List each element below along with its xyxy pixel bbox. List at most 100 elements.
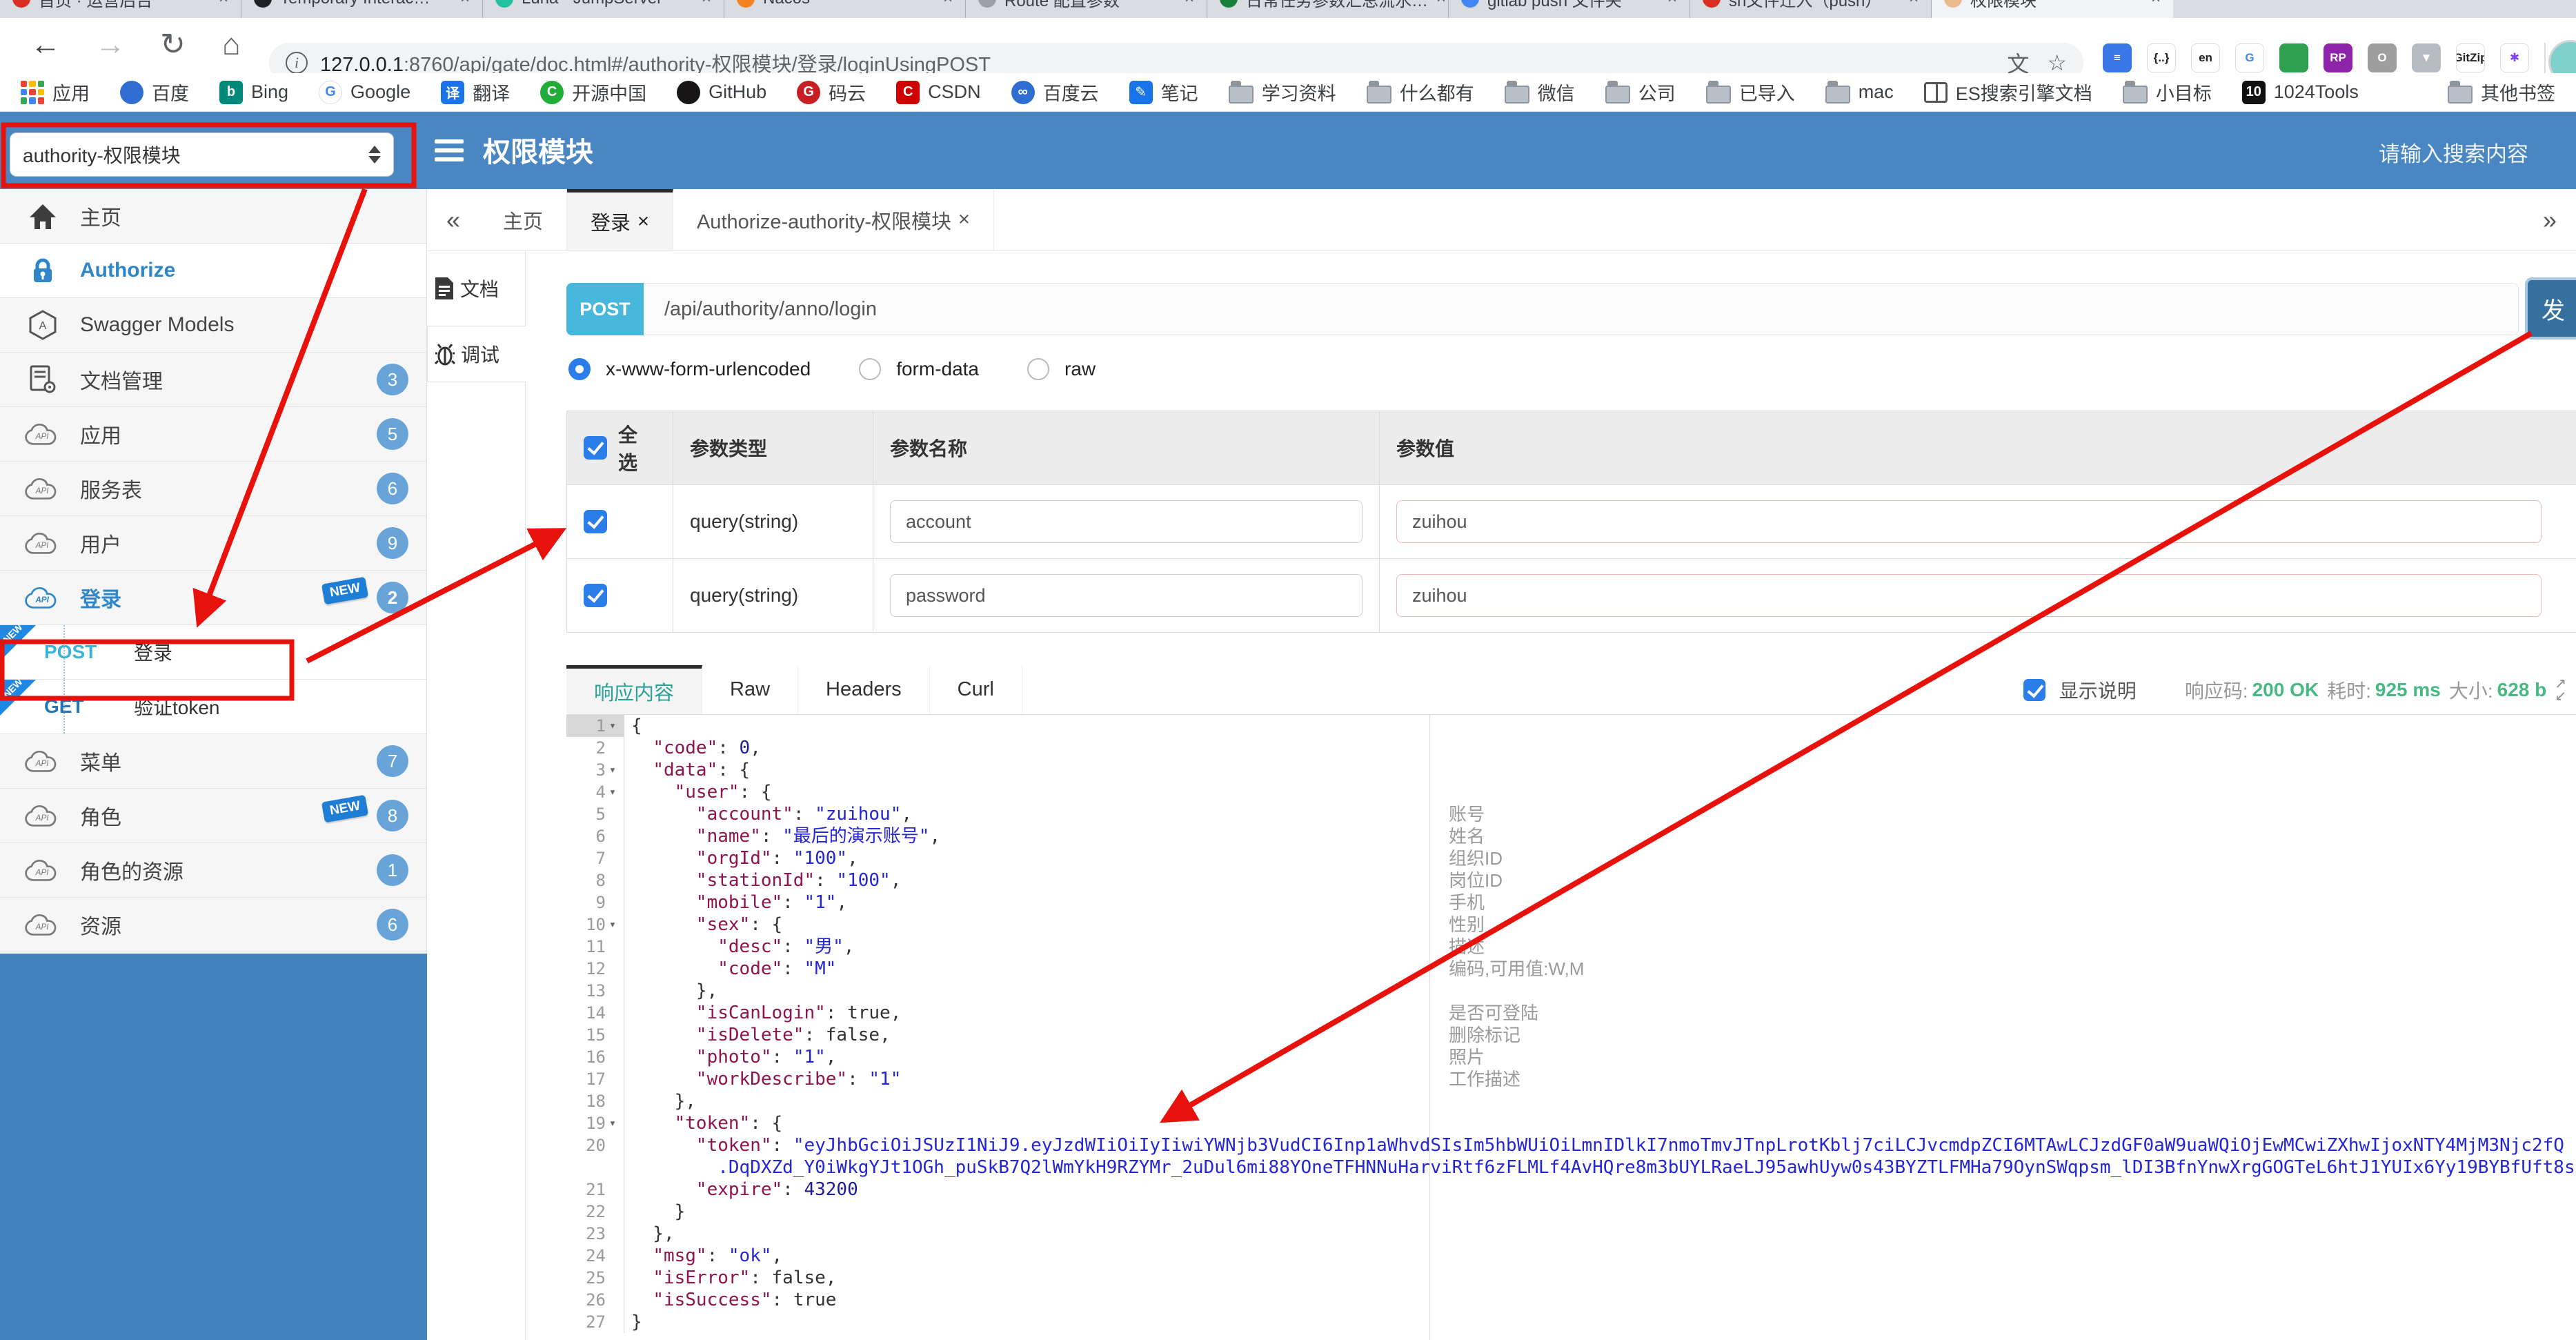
module-select[interactable]: authority-权限模块 [10,132,394,177]
tab-close-icon[interactable]: × [219,0,228,8]
sidebar-item-登录[interactable]: API 登录 NEW 2 [0,571,426,625]
browser-tab[interactable]: 首页 · 运营后台 × [0,0,241,18]
sidebar-item-文档管理[interactable]: 文档管理 3 [0,353,426,407]
param-checkbox[interactable] [584,510,607,533]
sidebar-item-角色的资源[interactable]: API 角色的资源 1 [0,843,426,898]
tab-debug[interactable]: 调试 [427,326,526,382]
extension-icon[interactable]: ≡ [2103,43,2132,72]
extension-icon[interactable]: RP [2324,43,2352,72]
browser-tab[interactable]: sh文件迁入（push） × [1690,0,1932,18]
bookmark-item[interactable]: ES搜索引擎文档 [1923,79,2092,106]
bookmark-item[interactable]: 学习资料 [1228,79,1336,106]
body-type-radio[interactable] [568,358,591,380]
bookmark-item[interactable]: C CSDN [896,80,981,104]
bookmark-item[interactable]: 其他书签 [2448,79,2555,106]
bookmark-item[interactable]: 译翻译 [441,79,510,106]
extension-icon[interactable]: ✱ [2500,43,2529,72]
param-name-input[interactable] [890,500,1363,543]
bookmark-item[interactable]: 百度 [120,79,189,106]
body-type-radio[interactable] [1027,358,1050,380]
fold-icon[interactable]: ▾ [606,715,620,737]
collapse-tabs-icon[interactable]: « [427,189,479,250]
browser-tab[interactable]: Route 配置参数 × [966,0,1207,18]
bookmark-item[interactable]: ✎ 笔记 [1129,79,1198,106]
sidebar-item-主页[interactable]: 主页 [0,189,426,244]
bookmark-item[interactable]: b Bing [219,80,288,104]
response-tab[interactable]: Raw [702,665,799,714]
tab-doc[interactable]: 文档 [427,261,525,316]
sidebar-item-Swagger Models[interactable]: A Swagger Models [0,298,426,353]
bookmark-item[interactable]: 10 1024Tools [2241,80,2359,104]
response-tab[interactable]: Headers [798,665,930,714]
show-desc-checkbox[interactable] [2023,678,2045,701]
tab-close-icon[interactable]: × [943,0,953,8]
bookmark-item[interactable]: C 开源中国 [540,79,646,106]
fold-icon[interactable]: ▾ [606,914,620,936]
param-value-input[interactable] [1396,574,2542,617]
bookmark-item[interactable]: 应用 [21,79,90,106]
extension-icon[interactable]: GitZip [2456,43,2485,72]
extension-icon[interactable]: O [2368,43,2397,72]
sidebar-endpoint-get[interactable]: NEW GET 验证token [0,676,426,734]
fold-icon[interactable]: ▾ [606,1112,620,1134]
bookmark-star-icon[interactable]: ☆ [2047,50,2067,76]
tab-close-icon[interactable]: × [2151,0,2161,8]
extension-icon[interactable]: {..} [2147,43,2176,72]
param-checkbox[interactable] [584,584,607,607]
doc-tab[interactable]: Authorize-authority-权限模块 × [673,189,994,250]
sidebar-item-用户[interactable]: API 用户 9 [0,516,426,571]
browser-tab[interactable]: 日常任务参数汇总流水… × [1207,0,1449,18]
request-url-input[interactable]: /api/authority/anno/login [644,283,2519,335]
fullscreen-icon[interactable]: ↗ ↙ [2555,677,2566,703]
select-all-checkbox[interactable] [584,436,607,460]
body-type-radio[interactable] [859,358,882,380]
sidebar-item-应用[interactable]: API 应用 5 [0,407,426,462]
tab-close-icon[interactable]: × [460,0,470,8]
tab-close-icon[interactable]: × [1909,0,1919,8]
reload-icon[interactable]: ↻ [160,25,186,65]
page-info-icon[interactable]: i [286,52,308,74]
expand-tabs-icon[interactable]: » [2524,189,2576,250]
bookmark-item[interactable]: mac [1825,80,1894,104]
doc-tab-close-icon[interactable]: × [637,210,649,233]
fold-icon[interactable]: ▾ [606,781,620,803]
bookmark-item[interactable]: ∞ 百度云 [1011,79,1099,106]
response-json-editor[interactable]: 1 ▾{2 "code": 0, 3 ▾ "data": {4 ▾ "user": {5… [566,715,2576,1340]
extension-icon[interactable]: en [2191,43,2220,72]
search-input[interactable]: 请输入搜索内容 [2379,137,2528,168]
back-icon[interactable]: ← [30,25,61,65]
sidebar-item-菜单[interactable]: API 菜单 7 [0,734,426,789]
doc-tab-close-icon[interactable]: × [958,208,970,231]
bookmark-item[interactable]: G Google [319,80,410,104]
doc-tab[interactable]: 登录 × [567,189,673,250]
sidebar-endpoint-post[interactable]: NEW POST 登录 [0,622,426,680]
sidebar-item-服务表[interactable]: API 服务表 6 [0,462,426,516]
browser-tab[interactable]: Temporary Interac… × [241,0,483,18]
browser-tab[interactable]: Nacos × [724,0,966,18]
home-icon[interactable]: ⌂ [222,25,241,65]
sidebar-item-Authorize[interactable]: Authorize [0,244,426,298]
forward-icon[interactable]: → [95,25,126,65]
tab-close-icon[interactable]: × [1436,0,1446,8]
tab-close-icon[interactable]: × [1667,0,1677,8]
bookmark-item[interactable]: G 码云 [797,79,866,106]
bookmark-item[interactable]: 微信 [1504,79,1575,106]
browser-tab[interactable]: Luna - JumpServer × [483,0,724,18]
response-tab[interactable]: 响应内容 [566,665,703,714]
bookmark-item[interactable]: 小目标 [2122,79,2212,106]
sidebar-item-资源[interactable]: API 资源 6 [0,898,426,952]
bookmark-item[interactable]: 已导入 [1705,79,1795,106]
tab-close-icon[interactable]: × [702,0,711,8]
response-tab[interactable]: Curl [930,665,1022,714]
bookmark-item[interactable]: 什么都有 [1366,79,1474,106]
menu-icon[interactable] [435,135,464,166]
param-value-input[interactable] [1396,500,2542,543]
send-button[interactable]: 发 [2525,277,2576,339]
tab-close-icon[interactable]: × [1185,0,1194,8]
bookmark-item[interactable]: GitHub [677,80,766,104]
bookmark-item[interactable]: 公司 [1605,79,1676,106]
fold-icon[interactable]: ▾ [606,759,620,781]
param-name-input[interactable] [890,574,1363,617]
sidebar-item-角色[interactable]: API 角色 NEW 8 [0,789,426,843]
browser-tab[interactable]: gitlab push 文件夹 × [1449,0,1690,18]
